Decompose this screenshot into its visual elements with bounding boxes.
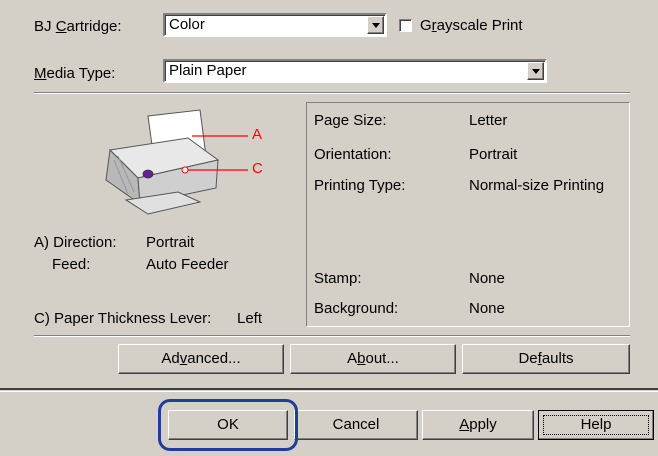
help-button[interactable]: Help bbox=[538, 410, 654, 440]
feed-value: Auto Feeder bbox=[146, 256, 229, 273]
grayscale-label[interactable]: Grayscale Print bbox=[420, 17, 523, 34]
page-size-value: Letter bbox=[469, 112, 508, 129]
dialog-divider bbox=[0, 391, 658, 392]
advanced-button[interactable]: Advanced... bbox=[118, 344, 284, 374]
media-type-value: Plain Paper bbox=[169, 62, 247, 79]
direction-value: Portrait bbox=[146, 234, 195, 251]
orientation-value: Portrait bbox=[469, 146, 518, 163]
dialog-divider bbox=[0, 388, 658, 390]
callout-c: C bbox=[252, 160, 263, 177]
direction-label: A) Direction: bbox=[34, 234, 117, 251]
stamp-value: None bbox=[469, 270, 505, 287]
cancel-button[interactable]: Cancel bbox=[294, 410, 418, 440]
page-size-label: Page Size: bbox=[314, 112, 387, 129]
focus-rect bbox=[543, 415, 649, 435]
media-type-select[interactable]: Plain Paper bbox=[163, 59, 547, 83]
stamp-label: Stamp: bbox=[314, 270, 362, 287]
about-button[interactable]: About... bbox=[290, 344, 456, 374]
background-value: None bbox=[469, 300, 505, 317]
chevron-down-icon[interactable] bbox=[367, 16, 384, 34]
background-label: Background: bbox=[314, 300, 399, 317]
thickness-value: Left bbox=[237, 310, 263, 327]
settings-summary-box bbox=[306, 102, 630, 327]
callout-a: A bbox=[252, 126, 263, 143]
cartridge-label: BJ Cartridge: bbox=[34, 18, 122, 35]
grayscale-checkbox[interactable] bbox=[399, 19, 412, 32]
printing-type-label: Printing Type: bbox=[314, 177, 406, 194]
separator bbox=[34, 336, 630, 337]
ok-highlight-ring bbox=[158, 399, 298, 451]
defaults-button[interactable]: Defaults bbox=[462, 344, 630, 374]
orientation-label: Orientation: bbox=[314, 146, 392, 163]
apply-button[interactable]: Apply bbox=[422, 410, 534, 440]
feed-label: Feed: bbox=[52, 256, 91, 273]
cartridge-value: Color bbox=[169, 16, 205, 33]
printing-type-value: Normal-size Printing bbox=[469, 177, 605, 194]
chevron-down-icon[interactable] bbox=[527, 62, 544, 80]
cartridge-select[interactable]: Color bbox=[163, 13, 387, 37]
media-type-label: Media Type: bbox=[34, 65, 116, 82]
separator bbox=[34, 93, 630, 94]
thickness-label: C) Paper Thickness Lever: bbox=[34, 310, 212, 327]
